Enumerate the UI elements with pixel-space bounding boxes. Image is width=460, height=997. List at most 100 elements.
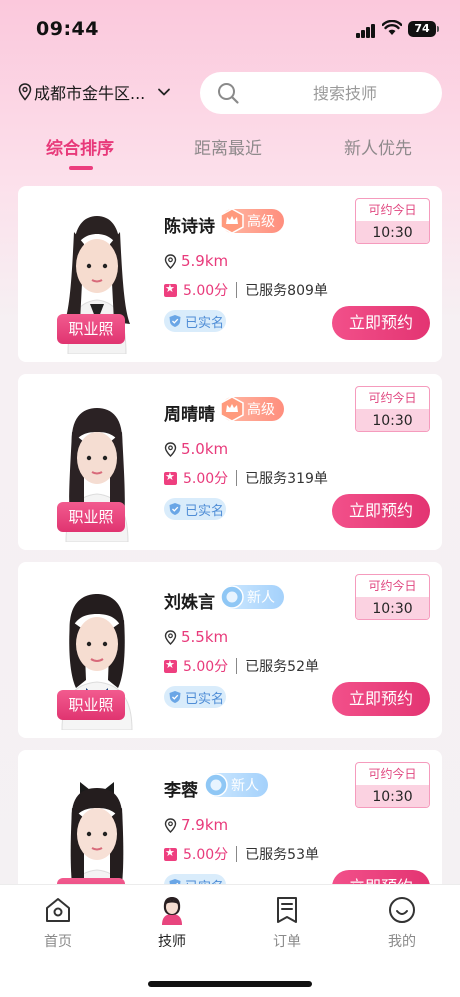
level-label: 高级 bbox=[247, 402, 275, 418]
served-count: 已服务319单 bbox=[245, 471, 328, 487]
score: 5.00分 bbox=[183, 847, 229, 863]
tab-overall[interactable]: 综合排序 bbox=[46, 134, 114, 159]
level-tag: 新人 bbox=[220, 585, 284, 609]
rating-row: 5.00分 已服务52单 bbox=[164, 656, 319, 676]
availability-label: 可约今日 bbox=[368, 767, 417, 781]
distance-pin-icon bbox=[164, 817, 177, 833]
location-text: 成都市金牛区... bbox=[34, 84, 146, 103]
tabbar-label: 订单 bbox=[273, 934, 301, 950]
profile-icon bbox=[389, 897, 415, 923]
rating-row: 5.00分 已服务809单 bbox=[164, 280, 328, 300]
star-icon bbox=[164, 470, 177, 485]
therapist-name: 刘姝言 bbox=[164, 593, 215, 613]
level-label: 新人 bbox=[231, 778, 259, 794]
served-count: 已服务809单 bbox=[245, 283, 328, 299]
crown-badge-icon bbox=[220, 396, 244, 422]
divider bbox=[236, 282, 238, 298]
therapist-name: 陈诗诗 bbox=[164, 217, 215, 237]
book-now-button[interactable]: 立即预约 bbox=[332, 494, 430, 528]
divider bbox=[236, 846, 238, 862]
availability-label: 可约今日 bbox=[368, 203, 417, 217]
search-icon bbox=[218, 83, 239, 104]
verified-label: 已实名 bbox=[185, 503, 225, 519]
availability-box: 可约今日 10:30 bbox=[355, 574, 430, 620]
distance-value: 5.9km bbox=[181, 252, 229, 270]
distance: 5.0km bbox=[164, 440, 228, 458]
distance: 5.9km bbox=[164, 252, 228, 270]
distance-pin-icon bbox=[164, 253, 177, 269]
verified-label: 已实名 bbox=[185, 691, 225, 707]
signal-icon bbox=[356, 24, 376, 38]
distance-pin-icon bbox=[164, 441, 177, 457]
availability-time: 10:30 bbox=[356, 597, 429, 619]
chevron-down-icon bbox=[158, 88, 171, 96]
star-icon bbox=[164, 282, 177, 297]
therapist-name: 李蓉 bbox=[164, 781, 198, 801]
status-bar: 09:44 74 bbox=[0, 0, 460, 58]
availability-label: 可约今日 bbox=[368, 391, 417, 405]
divider bbox=[236, 470, 238, 486]
therapist-card[interactable]: 职业照 刘姝言 新人 5.5km 5.00分 已服务52单 已实名 可约今日 1… bbox=[18, 562, 442, 738]
crown-badge-icon bbox=[220, 208, 244, 234]
rating-row: 5.00分 已服务53单 bbox=[164, 844, 319, 864]
level-label: 高级 bbox=[247, 214, 275, 230]
verified-label: 已实名 bbox=[185, 315, 225, 331]
photo-badge: 职业照 bbox=[57, 690, 125, 720]
photo-badge: 职业照 bbox=[57, 314, 125, 344]
search-box[interactable] bbox=[200, 72, 442, 114]
battery-icon: 74 bbox=[408, 21, 439, 37]
search-input[interactable] bbox=[260, 78, 430, 108]
gem-badge-icon bbox=[220, 585, 244, 609]
distance-value: 5.5km bbox=[181, 628, 229, 646]
book-now-button[interactable]: 立即预约 bbox=[332, 682, 430, 716]
status-time: 09:44 bbox=[36, 18, 99, 40]
verified-badge: 已实名 bbox=[164, 498, 226, 520]
book-now-button[interactable]: 立即预约 bbox=[332, 306, 430, 340]
therapist-card[interactable]: 职业照 陈诗诗 高级 5.9km 5.00分 已服务809单 已实名 可约今日 … bbox=[18, 186, 442, 362]
tab-distance[interactable]: 距离最近 bbox=[194, 134, 262, 159]
level-tag: 高级 bbox=[220, 396, 284, 422]
availability-time: 10:30 bbox=[356, 785, 429, 807]
shield-icon bbox=[169, 691, 181, 703]
rating-row: 5.00分 已服务319单 bbox=[164, 468, 328, 488]
star-icon bbox=[164, 658, 177, 673]
divider bbox=[236, 658, 238, 674]
availability-box: 可约今日 10:30 bbox=[355, 762, 430, 808]
score: 5.00分 bbox=[183, 471, 229, 487]
level-tag: 新人 bbox=[204, 773, 268, 797]
gem-badge-icon bbox=[204, 773, 228, 797]
tabbar-profile[interactable]: 我的 bbox=[362, 895, 442, 951]
star-icon bbox=[164, 846, 177, 861]
score: 5.00分 bbox=[183, 659, 229, 675]
tabbar-label: 我的 bbox=[388, 934, 416, 950]
location-selector[interactable]: 成都市金牛区... bbox=[18, 80, 171, 104]
distance: 7.9km bbox=[164, 816, 228, 834]
level-tag: 高级 bbox=[220, 208, 284, 234]
distance-value: 5.0km bbox=[181, 440, 229, 458]
level-label: 新人 bbox=[247, 590, 275, 606]
home-indicator bbox=[148, 981, 312, 987]
verified-badge: 已实名 bbox=[164, 310, 226, 332]
home-icon bbox=[46, 898, 70, 922]
distance: 5.5km bbox=[164, 628, 228, 646]
tabbar-home[interactable]: 首页 bbox=[18, 895, 98, 951]
tabbar-therapists[interactable]: 技师 bbox=[132, 895, 212, 951]
served-count: 已服务52单 bbox=[245, 659, 319, 675]
tabbar-label: 首页 bbox=[44, 934, 72, 950]
tab-new[interactable]: 新人优先 bbox=[344, 134, 412, 159]
tab-active-indicator bbox=[69, 166, 93, 170]
shield-icon bbox=[169, 315, 181, 327]
tabbar-orders[interactable]: 订单 bbox=[247, 895, 327, 951]
location-pin-icon bbox=[18, 83, 32, 101]
distance-pin-icon bbox=[164, 629, 177, 645]
verified-badge: 已实名 bbox=[164, 686, 226, 708]
availability-label: 可约今日 bbox=[368, 579, 417, 593]
shield-icon bbox=[169, 503, 181, 515]
therapist-card[interactable]: 职业照 周晴晴 高级 5.0km 5.00分 已服务319单 已实名 可约今日 … bbox=[18, 374, 442, 550]
availability-time: 10:30 bbox=[356, 221, 429, 243]
availability-box: 可约今日 10:30 bbox=[355, 386, 430, 432]
availability-box: 可约今日 10:30 bbox=[355, 198, 430, 244]
therapist-name: 周晴晴 bbox=[164, 405, 215, 425]
order-icon bbox=[277, 897, 297, 923]
tabbar-label: 技师 bbox=[158, 934, 186, 950]
